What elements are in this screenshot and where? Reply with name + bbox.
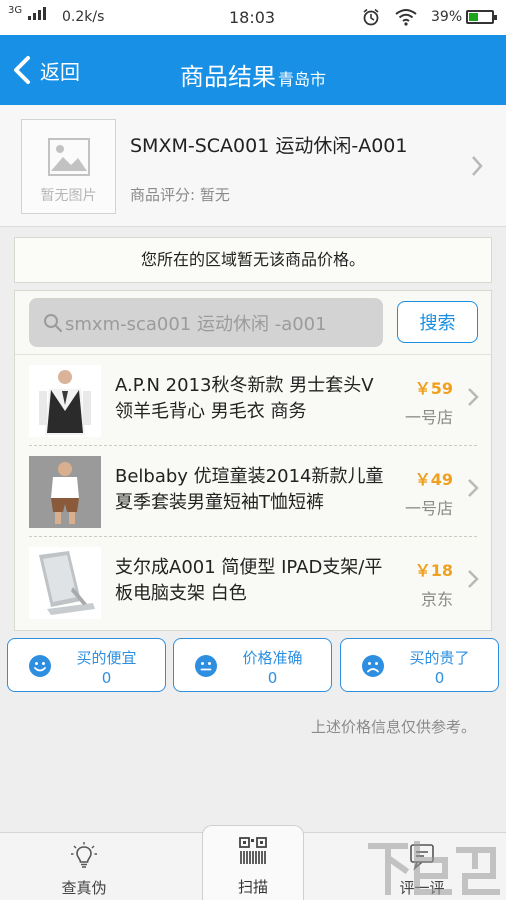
result-title: 支尔成A001 简便型 IPAD支架/平板电脑支架 白色 [115, 557, 383, 604]
result-store: 京东 [420, 590, 453, 609]
feedback-expensive-button[interactable]: 买的贵了 0 [340, 638, 499, 692]
city-label[interactable]: 青岛市 [278, 70, 326, 89]
result-item[interactable]: 支尔成A001 简便型 IPAD支架/平板电脑支架 白色 ￥18 京东 [15, 537, 491, 627]
result-store: 一号店 [404, 499, 453, 518]
lightbulb-icon [71, 842, 97, 868]
barcode-scan-icon [239, 837, 267, 864]
region-notice: 您所在的区域暂无该商品价格。 [14, 237, 492, 283]
network-type: 3G [8, 5, 23, 16]
status-bar: 3G 0.2k/s 18:03 39% [0, 0, 506, 35]
feedback-label: 买的贵了 [409, 649, 470, 667]
tablet-stand-photo [29, 547, 101, 619]
signal-icon [28, 7, 46, 20]
page-title: 商品结果 青岛市 [0, 57, 506, 92]
tab-label: 评一评 [399, 879, 445, 897]
tab-scan[interactable]: 扫描 [202, 825, 304, 900]
battery-icon [466, 10, 497, 24]
product-rating: 商品评分: 暂无 [130, 186, 230, 204]
tab-label: 查真伪 [61, 879, 107, 897]
result-item[interactable]: Belbaby 优瑄童装2014新款儿童夏季套装男童短袖T恤短裤 ￥49 一号店 [15, 446, 491, 536]
product-thumbnail: 暂无图片 [21, 119, 116, 214]
feedback-count: 0 [267, 669, 278, 687]
tab-verify[interactable]: 查真伪 [0, 833, 168, 900]
alarm-icon [363, 8, 379, 26]
result-title: A.P.N 2013秋冬新款 男士套头V领羊毛背心 男毛衣 商务 [115, 375, 374, 422]
nav-bar: 返回 商品结果 青岛市 [0, 35, 506, 105]
feedback-count: 0 [101, 669, 112, 687]
search-button[interactable]: 搜索 [397, 301, 478, 343]
review-icon [410, 844, 434, 871]
search-icon [44, 314, 63, 333]
search-box[interactable] [29, 298, 383, 347]
result-title: Belbaby 优瑄童装2014新款儿童夏季套装男童短袖T恤短裤 [115, 466, 384, 513]
chevron-right-icon [472, 156, 483, 176]
chevron-right-icon [468, 388, 479, 406]
network-speed: 0.2k/s [62, 9, 105, 25]
no-image-label: 暂无图片 [40, 188, 97, 204]
chevron-right-icon [468, 479, 479, 497]
search-input[interactable] [65, 298, 377, 347]
bottom-tab-bar: 查真伪 扫描 评一评 [0, 825, 506, 900]
feedback-count: 0 [434, 669, 445, 687]
feedback-cheap-button[interactable]: 买的便宜 0 [7, 638, 166, 692]
vest-photo [29, 365, 101, 437]
results-panel: 搜索 A.P.N 2013秋冬新款 男士套头V领羊毛背心 男毛衣 商务 ￥59 … [14, 290, 492, 631]
result-price: ￥59 [414, 379, 453, 398]
tab-review[interactable]: 评一评 [338, 833, 506, 900]
feedback-label: 买的便宜 [76, 649, 137, 667]
result-store: 一号店 [404, 408, 453, 427]
clock: 18:03 [229, 8, 276, 27]
image-placeholder-icon [48, 138, 90, 176]
feedback-label: 价格准确 [242, 649, 303, 667]
chevron-right-icon [468, 570, 479, 588]
tab-label: 扫描 [237, 878, 268, 896]
wifi-icon [395, 9, 417, 26]
page-title-text: 商品结果 [179, 63, 276, 91]
battery-percent: 39% [431, 9, 463, 25]
result-price: ￥49 [414, 470, 453, 489]
feedback-accurate-button[interactable]: 价格准确 0 [173, 638, 332, 692]
result-price: ￥18 [414, 561, 453, 580]
disclaimer: 上述价格信息仅供参考。 [310, 718, 476, 736]
product-card[interactable]: 暂无图片 SMXM-SCA001 运动休闲-A001 商品评分: 暂无 [0, 105, 506, 227]
kids-outfit-photo [29, 456, 101, 528]
product-name: SMXM-SCA001 运动休闲-A001 [130, 135, 408, 157]
result-item[interactable]: A.P.N 2013秋冬新款 男士套头V领羊毛背心 男毛衣 商务 ￥59 一号店 [15, 355, 491, 445]
